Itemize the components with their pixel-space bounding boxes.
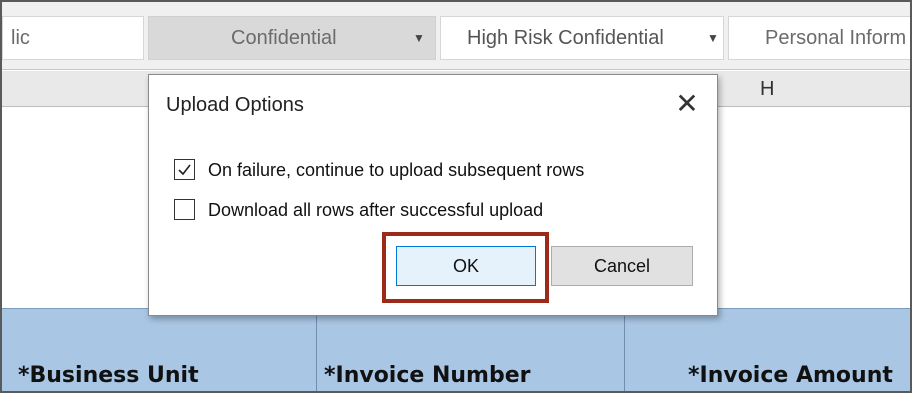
sensitivity-label-bar: lic Confidential ▼ High Risk Confidentia… <box>2 2 910 70</box>
label-high-risk-confidential[interactable]: High Risk Confidential ▼ <box>440 16 724 60</box>
label-confidential-text: Confidential <box>231 27 337 49</box>
column-header-h[interactable]: H <box>760 71 774 107</box>
checkbox-download-all-rows[interactable] <box>174 199 195 220</box>
option-label: Download all rows after successful uploa… <box>208 200 544 220</box>
cell-divider <box>624 309 625 391</box>
checkbox-continue-on-failure[interactable] <box>174 159 195 180</box>
label-public-text: lic <box>11 27 30 49</box>
dialog-title: Upload Options <box>166 94 304 116</box>
chevron-down-icon[interactable]: ▼ <box>413 17 425 59</box>
label-public[interactable]: lic <box>2 16 144 60</box>
chevron-down-icon[interactable]: ▼ <box>707 17 719 59</box>
ok-button[interactable]: OK <box>396 246 536 286</box>
label-personal-information[interactable]: Personal Inform <box>728 16 910 60</box>
upload-options-dialog: Upload Options ✕ On failure, continue to… <box>148 74 718 316</box>
cancel-button[interactable]: Cancel <box>551 246 693 286</box>
table-header-row: *Business Unit *Invoice Number *Invoice … <box>2 308 910 391</box>
checkmark-icon <box>178 164 191 176</box>
cell-divider <box>316 309 317 391</box>
header-invoice-number[interactable]: *Invoice Number <box>324 363 531 388</box>
close-icon[interactable]: ✕ <box>671 89 703 119</box>
header-invoice-amount[interactable]: *Invoice Amount <box>688 363 893 388</box>
label-confidential[interactable]: Confidential ▼ <box>148 16 436 60</box>
option-label: On failure, continue to upload subsequen… <box>208 160 585 180</box>
label-high-risk-text: High Risk Confidential <box>467 27 664 49</box>
screenshot-frame: lic Confidential ▼ High Risk Confidentia… <box>0 0 912 393</box>
label-personal-text: Personal Inform <box>765 27 907 49</box>
header-business-unit[interactable]: *Business Unit <box>18 363 199 388</box>
